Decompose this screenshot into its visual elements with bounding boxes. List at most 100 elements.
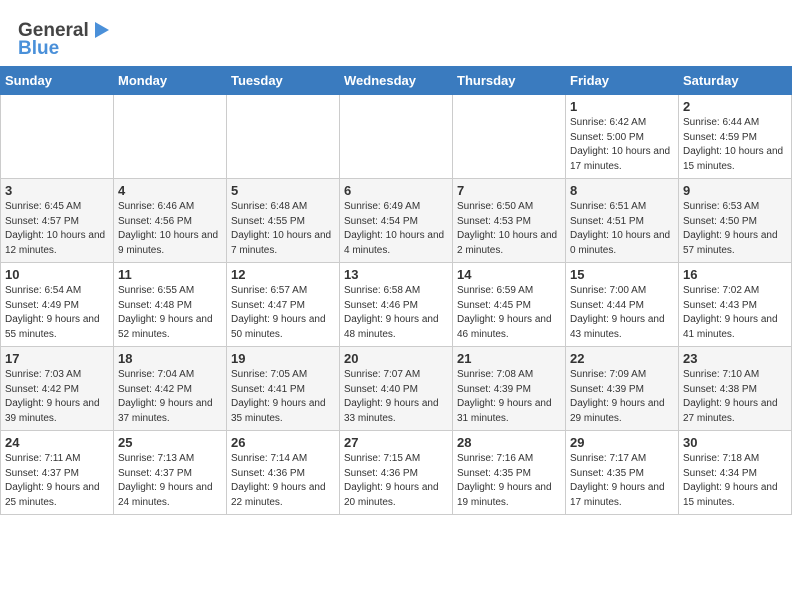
calendar-day-empty (114, 95, 227, 179)
calendar-day-8: 8 Sunrise: 6:51 AM Sunset: 4:51 PM Daylig… (566, 179, 679, 263)
day-number: 26 (231, 435, 335, 450)
calendar-day-28: 28 Sunrise: 7:16 AM Sunset: 4:35 PM Dayli… (453, 431, 566, 515)
day-number: 29 (570, 435, 674, 450)
day-info: Sunrise: 7:02 AM Sunset: 4:43 PM Dayligh… (683, 285, 778, 340)
day-info: Sunrise: 6:53 AM Sunset: 4:50 PM Dayligh… (683, 201, 778, 256)
day-info: Sunrise: 7:09 AM Sunset: 4:39 PM Dayligh… (570, 369, 665, 424)
day-number: 4 (118, 183, 222, 198)
calendar-day-3: 3 Sunrise: 6:45 AM Sunset: 4:57 PM Daylig… (1, 179, 114, 263)
day-info: Sunrise: 6:45 AM Sunset: 4:57 PM Dayligh… (5, 201, 105, 256)
day-number: 7 (457, 183, 561, 198)
day-number: 11 (118, 267, 222, 282)
day-number: 19 (231, 351, 335, 366)
day-info: Sunrise: 6:58 AM Sunset: 4:46 PM Dayligh… (344, 285, 439, 340)
weekday-friday: Friday (566, 67, 679, 95)
day-info: Sunrise: 7:15 AM Sunset: 4:36 PM Dayligh… (344, 453, 439, 508)
calendar-day-9: 9Sunrise: 6:53 AM Sunset: 4:50 PM Daylig… (679, 179, 792, 263)
weekday-thursday: Thursday (453, 67, 566, 95)
day-info: Sunrise: 7:07 AM Sunset: 4:40 PM Dayligh… (344, 369, 439, 424)
day-info: Sunrise: 6:55 AM Sunset: 4:48 PM Dayligh… (118, 285, 213, 340)
calendar-day-5: 5 Sunrise: 6:48 AM Sunset: 4:55 PM Daylig… (227, 179, 340, 263)
day-info: Sunrise: 6:50 AM Sunset: 4:53 PM Dayligh… (457, 201, 557, 256)
day-number: 2 (683, 99, 787, 114)
day-info: Sunrise: 7:00 AM Sunset: 4:44 PM Dayligh… (570, 285, 665, 340)
day-info: Sunrise: 7:18 AM Sunset: 4:34 PM Dayligh… (683, 453, 778, 508)
calendar-day-18: 18Sunrise: 7:04 AM Sunset: 4:42 PM Dayli… (114, 347, 227, 431)
day-number: 28 (457, 435, 561, 450)
calendar-week-row: 24Sunrise: 7:11 AM Sunset: 4:37 PM Dayli… (1, 431, 792, 515)
day-number: 6 (344, 183, 448, 198)
weekday-wednesday: Wednesday (340, 67, 453, 95)
calendar-body: 1 Sunrise: 6:42 AM Sunset: 5:00 PM Daylig… (1, 95, 792, 515)
day-number: 22 (570, 351, 674, 366)
day-info: Sunrise: 7:03 AM Sunset: 4:42 PM Dayligh… (5, 369, 100, 424)
calendar-table: SundayMondayTuesdayWednesdayThursdayFrid… (0, 66, 792, 515)
calendar-header: SundayMondayTuesdayWednesdayThursdayFrid… (1, 67, 792, 95)
day-info: Sunrise: 6:44 AM Sunset: 4:59 PM Dayligh… (683, 117, 783, 172)
day-number: 8 (570, 183, 674, 198)
calendar-day-19: 19 Sunrise: 7:05 AM Sunset: 4:41 PM Dayli… (227, 347, 340, 431)
calendar-day-empty (227, 95, 340, 179)
day-number: 25 (118, 435, 222, 450)
day-info: Sunrise: 6:57 AM Sunset: 4:47 PM Dayligh… (231, 285, 326, 340)
day-info: Sunrise: 6:49 AM Sunset: 4:54 PM Dayligh… (344, 201, 444, 256)
header: General Blue (0, 0, 792, 66)
day-number: 12 (231, 267, 335, 282)
day-info: Sunrise: 7:10 AM Sunset: 4:38 PM Dayligh… (683, 369, 778, 424)
day-number: 27 (344, 435, 448, 450)
day-info: Sunrise: 7:11 AM Sunset: 4:37 PM Dayligh… (5, 453, 100, 508)
weekday-saturday: Saturday (679, 67, 792, 95)
day-number: 30 (683, 435, 787, 450)
day-number: 15 (570, 267, 674, 282)
calendar-day-24: 24Sunrise: 7:11 AM Sunset: 4:37 PM Dayli… (1, 431, 114, 515)
calendar-day-26: 26Sunrise: 7:14 AM Sunset: 4:36 PM Dayli… (227, 431, 340, 515)
weekday-monday: Monday (114, 67, 227, 95)
day-number: 3 (5, 183, 109, 198)
day-info: Sunrise: 7:13 AM Sunset: 4:37 PM Dayligh… (118, 453, 213, 508)
day-info: Sunrise: 6:51 AM Sunset: 4:51 PM Dayligh… (570, 201, 670, 256)
day-info: Sunrise: 6:48 AM Sunset: 4:55 PM Dayligh… (231, 201, 331, 256)
day-number: 21 (457, 351, 561, 366)
day-number: 17 (5, 351, 109, 366)
day-number: 14 (457, 267, 561, 282)
calendar-day-7: 7 Sunrise: 6:50 AM Sunset: 4:53 PM Daylig… (453, 179, 566, 263)
day-info: Sunrise: 6:42 AM Sunset: 5:00 PM Dayligh… (570, 117, 670, 172)
day-number: 20 (344, 351, 448, 366)
calendar-day-15: 15 Sunrise: 7:00 AM Sunset: 4:44 PM Dayli… (566, 263, 679, 347)
day-number: 5 (231, 183, 335, 198)
day-info: Sunrise: 6:59 AM Sunset: 4:45 PM Dayligh… (457, 285, 552, 340)
calendar-day-6: 6 Sunrise: 6:49 AM Sunset: 4:54 PM Daylig… (340, 179, 453, 263)
calendar-day-2: 2 Sunrise: 6:44 AM Sunset: 4:59 PM Daylig… (679, 95, 792, 179)
calendar-week-row: 3 Sunrise: 6:45 AM Sunset: 4:57 PM Daylig… (1, 179, 792, 263)
day-info: Sunrise: 6:46 AM Sunset: 4:56 PM Dayligh… (118, 201, 218, 256)
calendar-day-30: 30 Sunrise: 7:18 AM Sunset: 4:34 PM Dayli… (679, 431, 792, 515)
day-info: Sunrise: 7:17 AM Sunset: 4:35 PM Dayligh… (570, 453, 665, 508)
day-info: Sunrise: 6:54 AM Sunset: 4:49 PM Dayligh… (5, 285, 100, 340)
day-info: Sunrise: 7:05 AM Sunset: 4:41 PM Dayligh… (231, 369, 326, 424)
calendar-week-row: 1 Sunrise: 6:42 AM Sunset: 5:00 PM Daylig… (1, 95, 792, 179)
calendar-day-10: 10 Sunrise: 6:54 AM Sunset: 4:49 PM Dayli… (1, 263, 114, 347)
calendar-day-14: 14 Sunrise: 6:59 AM Sunset: 4:45 PM Dayli… (453, 263, 566, 347)
day-number: 1 (570, 99, 674, 114)
day-info: Sunrise: 7:16 AM Sunset: 4:35 PM Dayligh… (457, 453, 552, 508)
calendar-day-29: 29 Sunrise: 7:17 AM Sunset: 4:35 PM Dayli… (566, 431, 679, 515)
weekday-tuesday: Tuesday (227, 67, 340, 95)
day-number: 16 (683, 267, 787, 282)
logo-flag-icon (91, 20, 113, 42)
calendar-day-22: 22 Sunrise: 7:09 AM Sunset: 4:39 PM Dayli… (566, 347, 679, 431)
day-number: 18 (118, 351, 222, 366)
calendar-day-empty (453, 95, 566, 179)
calendar-day-17: 17 Sunrise: 7:03 AM Sunset: 4:42 PM Dayli… (1, 347, 114, 431)
calendar-day-4: 4 Sunrise: 6:46 AM Sunset: 4:56 PM Daylig… (114, 179, 227, 263)
calendar-day-11: 11 Sunrise: 6:55 AM Sunset: 4:48 PM Dayli… (114, 263, 227, 347)
calendar-week-row: 17 Sunrise: 7:03 AM Sunset: 4:42 PM Dayli… (1, 347, 792, 431)
calendar-day-empty (1, 95, 114, 179)
calendar-day-25: 25 Sunrise: 7:13 AM Sunset: 4:37 PM Dayli… (114, 431, 227, 515)
logo-blue-text: Blue (18, 38, 59, 60)
calendar-day-20: 20 Sunrise: 7:07 AM Sunset: 4:40 PM Dayli… (340, 347, 453, 431)
day-number: 10 (5, 267, 109, 282)
calendar-week-row: 10 Sunrise: 6:54 AM Sunset: 4:49 PM Dayli… (1, 263, 792, 347)
logo: General Blue (18, 14, 113, 60)
calendar-day-27: 27 Sunrise: 7:15 AM Sunset: 4:36 PM Dayli… (340, 431, 453, 515)
calendar-day-1: 1 Sunrise: 6:42 AM Sunset: 5:00 PM Daylig… (566, 95, 679, 179)
